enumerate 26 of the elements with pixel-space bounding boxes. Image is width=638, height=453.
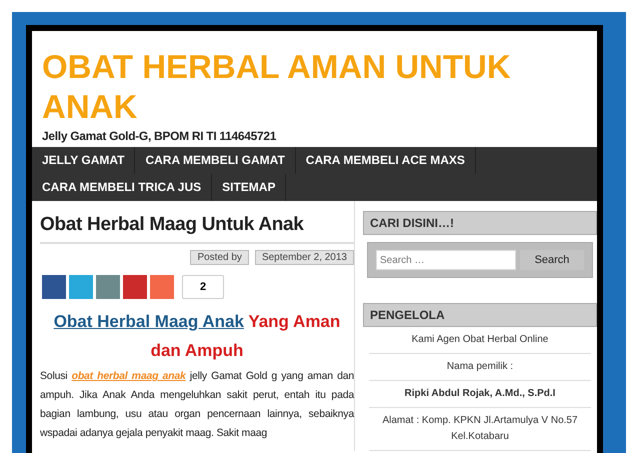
share-button[interactable]: [123, 275, 147, 299]
owner-info: Nama pemilik :: [369, 354, 591, 381]
widget-title: PENGELOLA: [363, 303, 597, 327]
share-button[interactable]: [96, 275, 120, 299]
search-field[interactable]: Search …: [376, 250, 516, 270]
share-button[interactable]: [150, 275, 174, 299]
share-count: 2: [182, 275, 224, 299]
widget-title: CARI DISINI…!: [363, 211, 597, 235]
post-title: Obat Herbal Maag Untuk Anak: [40, 213, 354, 244]
owner-info: Alamat : Komp. KPKN Jl.Artamulya V No.57 Kel.Kotabaru: [369, 408, 591, 451]
share-button[interactable]: [69, 275, 93, 299]
post-meta: Posted by: [190, 250, 249, 265]
nav-item[interactable]: JELLY GAMAT: [32, 147, 136, 174]
article-paragraph: Solusi obat herbal maag anak jelly Gamat Gold g yang aman dan ampuh. Jika Anak Anda mengeluhkan sakit perut, entah itu pada bagian lambung, usu atau organ pencernaan lainnya, sebaiknya wspadai adanya gejala penyakit maag. Sakit maag: [40, 369, 354, 441]
nav-item[interactable]: CARA MEMBELI ACE MAXS: [296, 147, 476, 174]
post-meta: September 2, 2013: [254, 250, 354, 265]
search-button[interactable]: Search: [520, 250, 584, 270]
nav-item[interactable]: SITEMAP: [212, 174, 286, 201]
article-heading: Obat Herbal Maag Anak Yang Aman dan Ampuh: [52, 311, 342, 362]
owner-info: Kami Agen Obat Herbal Online: [369, 327, 591, 354]
heading-link[interactable]: Obat Herbal Maag Anak: [54, 312, 244, 331]
nav-item[interactable]: CARA MEMBELI TRICA JUS: [32, 174, 212, 201]
nav-item[interactable]: CARA MEMBELI GAMAT: [135, 147, 296, 174]
site-tagline: Jelly Gamat Gold-G, BPOM RI TI 114645721: [42, 129, 278, 143]
owner-info: Ripki Abdul Rojak, A.Md., S.Pd.I: [369, 381, 591, 408]
share-button[interactable]: [42, 275, 66, 299]
